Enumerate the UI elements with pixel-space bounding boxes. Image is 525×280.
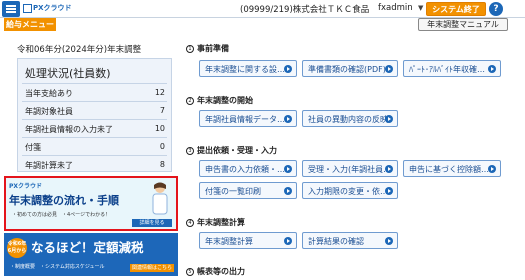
help-icon[interactable]: ? bbox=[489, 2, 503, 16]
status-row: 付箋 0 bbox=[22, 137, 167, 155]
banner-detail-button[interactable]: 詳細を見る bbox=[132, 219, 172, 227]
banner-related-button[interactable]: 関連情報はこちら bbox=[130, 264, 174, 272]
action-label: 付箋の一覧印刷 bbox=[205, 187, 261, 196]
action-button[interactable]: 年末調整に関する設… bbox=[199, 60, 297, 77]
person-illustration-icon bbox=[152, 182, 168, 215]
action-label: 受理・入力(年調社員… bbox=[308, 165, 392, 174]
section-number: 4 bbox=[186, 219, 194, 227]
action-label: 計算結果の確認 bbox=[308, 237, 364, 246]
logo-text: PXクラウド bbox=[33, 4, 72, 12]
arrow-right-icon bbox=[385, 237, 393, 245]
status-label: 年調計算未了 bbox=[25, 161, 73, 170]
status-value: 8 bbox=[159, 160, 165, 169]
sub-bar: 給与メニュー 年末調整マニュアル bbox=[0, 18, 525, 32]
action-button[interactable]: 申告書の入力依頼・… bbox=[199, 160, 297, 177]
section-heading: 4 年末調整計算 bbox=[186, 217, 245, 228]
action-label: 申告に基づく控除額… bbox=[409, 165, 489, 174]
action-label: 入力期限の変更・依… bbox=[308, 187, 388, 196]
payroll-menu-tab[interactable]: 給与メニュー bbox=[4, 18, 56, 31]
status-row: 年調対象社員 7 bbox=[22, 101, 167, 119]
arrow-right-icon bbox=[488, 65, 496, 73]
section-title: 提出依頼・受理・入力 bbox=[197, 146, 277, 155]
banner-title: 年末調整の流れ・手順 bbox=[9, 194, 119, 207]
arrow-right-icon bbox=[284, 187, 292, 195]
action-button[interactable]: 入力期限の変更・依… bbox=[302, 182, 398, 199]
action-button[interactable]: ﾊﾟｰﾄ･ｱﾙﾊﾞｲﾄ年収確… bbox=[403, 60, 501, 77]
banner-subtitle: ・初めての方は必見 ・4ページでわかる！ bbox=[12, 212, 111, 218]
section-title: 年末調整の開始 bbox=[197, 96, 253, 105]
banner-items: ・制度概要 ・システム対応スケジュール bbox=[10, 264, 105, 270]
status-row: 年調計算未了 8 bbox=[22, 155, 167, 173]
status-value: 0 bbox=[159, 142, 165, 151]
tax-reduction-banner[interactable]: 令和6年6月から なるほど！定額減税 ・制度概要 ・システム対応スケジュール 関… bbox=[4, 233, 178, 276]
action-button[interactable]: 年調社員情報データ… bbox=[199, 110, 297, 127]
year-end-flow-banner[interactable]: PXクラウド 年末調整の流れ・手順 ・初めての方は必見 ・4ページでわかる！ 詳… bbox=[4, 176, 178, 231]
status-row: 当年支給あり 12 bbox=[22, 83, 167, 101]
action-label: 社員の異動内容の反映 bbox=[308, 115, 388, 124]
section-number: 2 bbox=[186, 97, 194, 105]
section-title: 事前準備 bbox=[197, 44, 229, 53]
action-label: 準備書類の確認(PDF) bbox=[308, 65, 386, 74]
arrow-right-icon bbox=[488, 165, 496, 173]
status-label: 付箋 bbox=[25, 143, 41, 152]
period-title: 令和06年分(2024年分)年末調整 bbox=[17, 45, 142, 55]
section-number: 3 bbox=[186, 147, 194, 155]
logo-mark-icon bbox=[23, 4, 32, 13]
action-button[interactable]: 計算結果の確認 bbox=[302, 232, 398, 249]
action-button[interactable]: 年末調整計算 bbox=[199, 232, 297, 249]
status-value: 7 bbox=[159, 106, 165, 115]
action-button[interactable]: 申告に基づく控除額… bbox=[403, 160, 501, 177]
section-number: 5 bbox=[186, 268, 194, 276]
section-heading: 5 帳表等の出力 bbox=[186, 266, 245, 277]
company-name: (09999/219)株式会社ＴＫＣ食品 bbox=[240, 5, 370, 15]
action-label: 年末調整に関する設… bbox=[205, 65, 285, 74]
banner-title: なるほど！定額減税 bbox=[31, 240, 144, 255]
arrow-right-icon bbox=[385, 187, 393, 195]
status-panel: 処理状況(社員数) 当年支給あり 12 年調対象社員 7 年調社員情報の入力未了… bbox=[17, 58, 172, 172]
action-button[interactable]: 受理・入力(年調社員… bbox=[302, 160, 398, 177]
status-value: 12 bbox=[154, 88, 165, 97]
arrow-right-icon bbox=[284, 237, 292, 245]
action-label: 年末調整計算 bbox=[205, 237, 253, 246]
status-label: 年調対象社員 bbox=[25, 107, 73, 116]
status-label: 年調社員情報の入力未了 bbox=[25, 125, 113, 134]
action-button[interactable]: 社員の異動内容の反映 bbox=[302, 110, 398, 127]
section-heading: 3 提出依頼・受理・入力 bbox=[186, 145, 277, 156]
action-button[interactable]: 準備書類の確認(PDF) bbox=[302, 60, 398, 77]
hamburger-menu-icon[interactable] bbox=[2, 1, 20, 17]
status-row: 年調社員情報の入力未了 10 bbox=[22, 119, 167, 137]
banner-date-tag: 令和6年6月から bbox=[7, 238, 27, 258]
action-label: 年調社員情報データ… bbox=[205, 115, 285, 124]
chevron-down-icon[interactable]: ▼ bbox=[418, 4, 423, 12]
section-heading: 1 事前準備 bbox=[186, 43, 229, 54]
arrow-right-icon bbox=[284, 65, 292, 73]
arrow-right-icon bbox=[385, 65, 393, 73]
arrow-right-icon bbox=[385, 165, 393, 173]
year-end-manual-button[interactable]: 年末調整マニュアル bbox=[418, 18, 508, 31]
arrow-right-icon bbox=[284, 165, 292, 173]
banner-brand: PXクラウド bbox=[9, 183, 43, 190]
section-title: 年末調整計算 bbox=[197, 218, 245, 227]
system-end-button[interactable]: システム終了 bbox=[426, 2, 486, 16]
app-logo: PXクラウド bbox=[23, 3, 72, 15]
arrow-right-icon bbox=[284, 115, 292, 123]
status-label: 当年支給あり bbox=[25, 89, 73, 98]
top-bar: PXクラウド (09999/219)株式会社ＴＫＣ食品 fxadmin ▼ シス… bbox=[0, 0, 525, 18]
status-value: 10 bbox=[154, 124, 165, 133]
arrow-right-icon bbox=[385, 115, 393, 123]
status-title: 処理状況(社員数) bbox=[25, 67, 111, 80]
section-title: 帳表等の出力 bbox=[197, 267, 245, 276]
action-label: ﾊﾟｰﾄ･ｱﾙﾊﾞｲﾄ年収確… bbox=[409, 65, 485, 74]
section-heading: 2 年末調整の開始 bbox=[186, 95, 253, 106]
section-number: 1 bbox=[186, 45, 194, 53]
action-button[interactable]: 付箋の一覧印刷 bbox=[199, 182, 297, 199]
user-menu[interactable]: fxadmin bbox=[378, 3, 413, 13]
action-label: 申告書の入力依頼・… bbox=[205, 165, 285, 174]
